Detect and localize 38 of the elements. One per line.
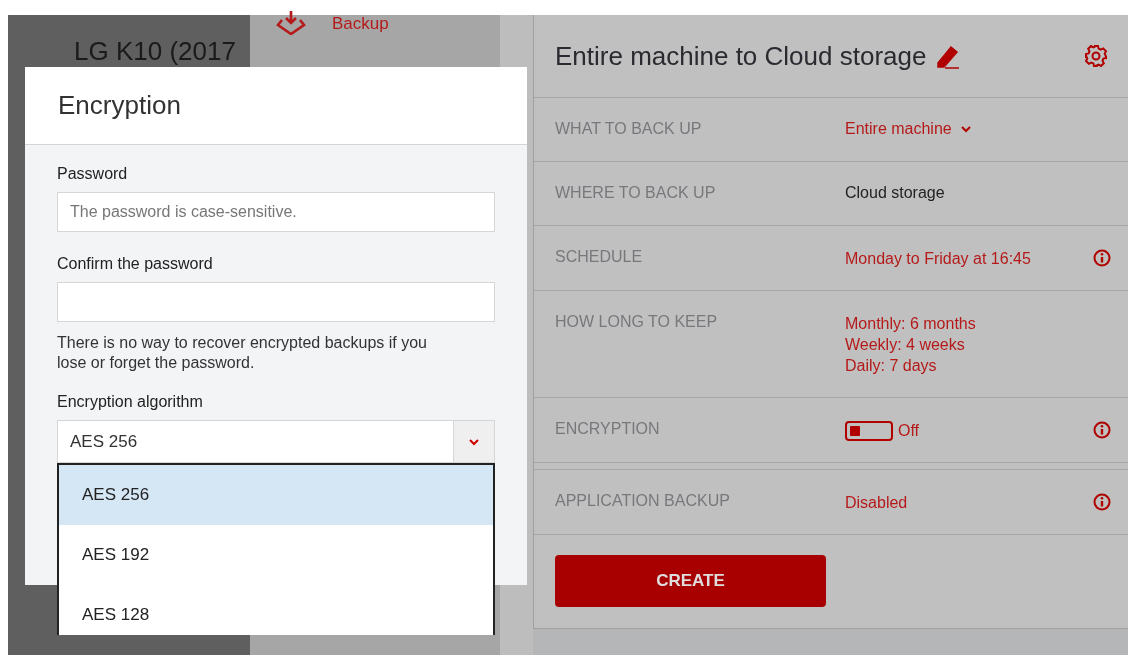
encryption-toggle[interactable]	[845, 420, 893, 441]
setting-label: SCHEDULE	[555, 248, 644, 266]
setting-link[interactable]: Weekly: 4 weeks	[845, 334, 1111, 355]
pencil-icon[interactable]	[934, 43, 961, 69]
backup-source-dropdown[interactable]: Entire machine	[845, 120, 1111, 138]
download-icon	[276, 11, 306, 35]
algorithm-option[interactable]: AES 256	[59, 465, 493, 525]
settings-icon[interactable]	[1084, 44, 1108, 68]
password-field[interactable]: The password is case-sensitive.	[57, 192, 495, 232]
chevron-icon	[959, 125, 972, 133]
setting-link[interactable]: Daily: 7 days	[845, 355, 1111, 376]
setting-label: ENCRYPTION	[555, 420, 661, 438]
info-icon[interactable]	[1093, 493, 1111, 511]
confirm-password-field[interactable]	[57, 282, 495, 322]
field-label: Encryption algorithm	[57, 393, 204, 411]
algorithm-select[interactable]: AES 256	[57, 420, 495, 463]
field-label: Password	[57, 165, 129, 183]
backup-tab[interactable]: Backup	[250, 11, 500, 35]
warning-text: There is no way to recover encrypted backups if you lose or forget the password.	[57, 333, 428, 373]
setting-value: Cloud storage	[845, 184, 946, 202]
info-icon[interactable]	[1093, 421, 1111, 439]
setting-link[interactable]: Disabled	[845, 492, 1093, 513]
setting-link[interactable]: Monday to Friday at 16:45	[845, 248, 1093, 269]
setting-label: HOW LONG TO KEEP	[555, 313, 719, 331]
dialog-title: Encryption	[58, 90, 181, 121]
toggle-state: Off	[898, 421, 920, 441]
algorithm-option[interactable]: AES 192	[59, 525, 493, 585]
field-label: Confirm the password	[57, 255, 214, 273]
chevron-icon	[468, 437, 480, 446]
plan-title: Entire machine to Cloud storage	[555, 40, 927, 72]
setting-label: APPLICATION BACKUP	[555, 492, 731, 510]
device-title: LG K10 (2017	[74, 37, 236, 66]
info-icon[interactable]	[1093, 249, 1111, 267]
setting-link[interactable]: Monthly: 6 months	[845, 313, 1111, 334]
setting-label: WHERE TO BACK UP	[555, 184, 717, 202]
create-button[interactable]: CREATE	[555, 555, 826, 607]
setting-label: WHAT TO BACK UP	[555, 120, 703, 138]
algorithm-option[interactable]: AES 128	[59, 585, 493, 635]
